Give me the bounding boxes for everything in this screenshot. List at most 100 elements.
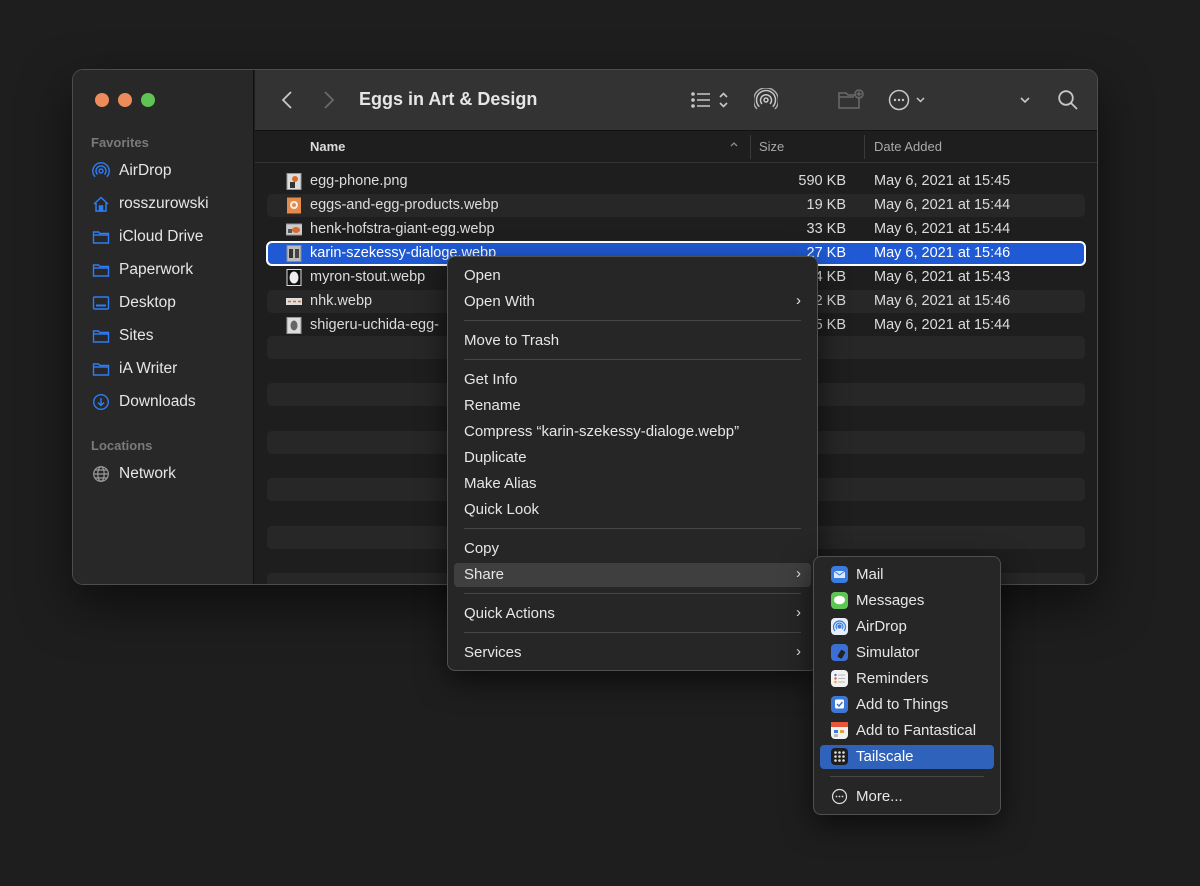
chevron-right-icon: › xyxy=(796,643,801,660)
file-row[interactable]: henk-hofstra-giant-egg.webp 33 KB May 6,… xyxy=(267,218,1085,241)
menu-item-compress[interactable]: Compress “karin-szekessy-dialoge.webp” xyxy=(454,420,811,444)
menu-separator xyxy=(830,776,984,777)
sidebar-item-label: Network xyxy=(119,465,176,482)
share-item-mail[interactable]: Mail xyxy=(820,563,994,587)
column-divider[interactable] xyxy=(864,135,865,159)
image-thumbnail-icon xyxy=(286,245,302,262)
menu-item-copy[interactable]: Copy xyxy=(454,537,811,561)
column-name[interactable]: Name xyxy=(310,139,345,154)
menu-item-get-info[interactable]: Get Info xyxy=(454,368,811,392)
sidebar-item-label: Sites xyxy=(119,327,154,344)
download-icon xyxy=(91,392,111,412)
sidebar-section-favorites: Favorites xyxy=(91,135,149,150)
menu-separator xyxy=(464,593,801,594)
back-button[interactable] xyxy=(279,88,295,112)
folder-icon xyxy=(91,260,111,280)
zoom-window-button[interactable] xyxy=(141,93,155,107)
search-button[interactable] xyxy=(1055,87,1081,113)
sidebar-item-label: iA Writer xyxy=(119,360,178,377)
share-item-fantastical[interactable]: Add to Fantastical xyxy=(820,719,994,743)
more-icon xyxy=(831,788,848,805)
menu-separator xyxy=(464,632,801,633)
share-item-simulator[interactable]: Simulator xyxy=(820,641,994,665)
chevron-right-icon: › xyxy=(796,565,801,582)
home-icon xyxy=(91,194,111,214)
image-thumbnail-icon xyxy=(286,269,302,286)
sort-ascending-icon[interactable] xyxy=(729,137,739,152)
context-menu: Open Open With › Move to Trash Get Info R… xyxy=(447,256,818,671)
airdrop-icon xyxy=(831,618,848,635)
sidebar-item-downloads[interactable]: Downloads xyxy=(91,390,241,414)
menu-separator xyxy=(464,359,801,360)
mail-icon xyxy=(831,566,848,583)
reminders-icon xyxy=(831,670,848,687)
sidebar-item-label: Desktop xyxy=(119,294,176,311)
share-item-reminders[interactable]: Reminders xyxy=(820,667,994,691)
chevron-right-icon: › xyxy=(796,292,801,309)
minimize-window-button[interactable] xyxy=(118,93,132,107)
sidebar-item-airdrop[interactable]: AirDrop xyxy=(91,159,241,183)
sidebar-item-label: Downloads xyxy=(119,393,196,410)
image-thumbnail-icon xyxy=(286,293,303,310)
menu-item-make-alias[interactable]: Make Alias xyxy=(454,472,811,496)
menu-item-quick-actions[interactable]: Quick Actions › xyxy=(454,602,811,626)
menu-separator xyxy=(464,320,801,321)
image-thumbnail-icon xyxy=(286,197,302,214)
window-controls xyxy=(95,93,155,107)
menu-item-open[interactable]: Open xyxy=(454,264,811,288)
airdrop-icon xyxy=(91,161,111,181)
sidebar-item-desktop[interactable]: Desktop xyxy=(91,291,241,315)
sidebar-item-label: iCloud Drive xyxy=(119,228,204,245)
sidebar-item-sites[interactable]: Sites xyxy=(91,324,241,348)
path-dropdown-button[interactable] xyxy=(1017,88,1033,112)
forward-button[interactable] xyxy=(321,88,337,112)
menu-item-services[interactable]: Services › xyxy=(454,641,811,665)
share-item-airdrop[interactable]: AirDrop xyxy=(820,615,994,639)
sidebar: Favorites AirDrop rosszurowski iCloud Dr… xyxy=(73,70,254,584)
window-title: Eggs in Art & Design xyxy=(359,89,538,109)
toolbar: Eggs in Art & Design xyxy=(255,70,1097,131)
share-item-things[interactable]: Add to Things xyxy=(820,693,994,717)
menu-separator xyxy=(464,528,801,529)
sidebar-item-paperwork[interactable]: Paperwork xyxy=(91,258,241,282)
column-size[interactable]: Size xyxy=(759,139,784,154)
fantastical-icon xyxy=(831,722,848,739)
globe-icon xyxy=(91,464,111,484)
menu-item-rename[interactable]: Rename xyxy=(454,394,811,418)
sidebar-item-home[interactable]: rosszurowski xyxy=(91,192,241,216)
share-item-messages[interactable]: Messages xyxy=(820,589,994,613)
view-options-button[interactable] xyxy=(688,88,732,112)
menu-item-share[interactable]: Share › xyxy=(454,563,811,587)
chevron-right-icon: › xyxy=(796,604,801,621)
share-item-tailscale[interactable]: Tailscale xyxy=(820,745,994,769)
messages-icon xyxy=(831,592,848,609)
image-thumbnail-icon xyxy=(285,221,304,238)
sidebar-item-label: Paperwork xyxy=(119,261,194,278)
share-submenu: Mail Messages AirDrop Simulator Reminder… xyxy=(813,556,1001,815)
menu-item-duplicate[interactable]: Duplicate xyxy=(454,446,811,470)
close-window-button[interactable] xyxy=(95,93,109,107)
desktop-icon xyxy=(91,293,111,313)
menu-item-move-to-trash[interactable]: Move to Trash xyxy=(454,329,811,353)
menu-item-quick-look[interactable]: Quick Look xyxy=(454,498,811,522)
sidebar-item-ia-writer[interactable]: iA Writer xyxy=(91,357,241,381)
share-item-more[interactable]: More... xyxy=(820,785,994,809)
more-actions-button[interactable] xyxy=(887,87,931,113)
sidebar-item-network[interactable]: Network xyxy=(91,462,241,486)
file-row[interactable]: eggs-and-egg-products.webp 19 KB May 6, … xyxy=(267,194,1085,217)
simulator-icon xyxy=(831,644,848,661)
sidebar-section-locations: Locations xyxy=(91,438,153,453)
column-date-added[interactable]: Date Added xyxy=(874,139,942,154)
sidebar-item-label: rosszurowski xyxy=(119,195,209,212)
file-row[interactable]: egg-phone.png 590 KB May 6, 2021 at 15:4… xyxy=(267,170,1085,193)
new-folder-button[interactable] xyxy=(837,87,865,113)
column-header: Name Size Date Added xyxy=(255,131,1097,163)
airdrop-button[interactable] xyxy=(753,87,779,113)
sidebar-item-icloud-drive[interactable]: iCloud Drive xyxy=(91,225,241,249)
folder-icon xyxy=(91,326,111,346)
menu-item-open-with[interactable]: Open With › xyxy=(454,290,811,314)
column-divider[interactable] xyxy=(750,135,751,159)
folder-icon xyxy=(91,227,111,247)
image-thumbnail-icon xyxy=(286,317,302,334)
tailscale-icon xyxy=(831,748,848,765)
